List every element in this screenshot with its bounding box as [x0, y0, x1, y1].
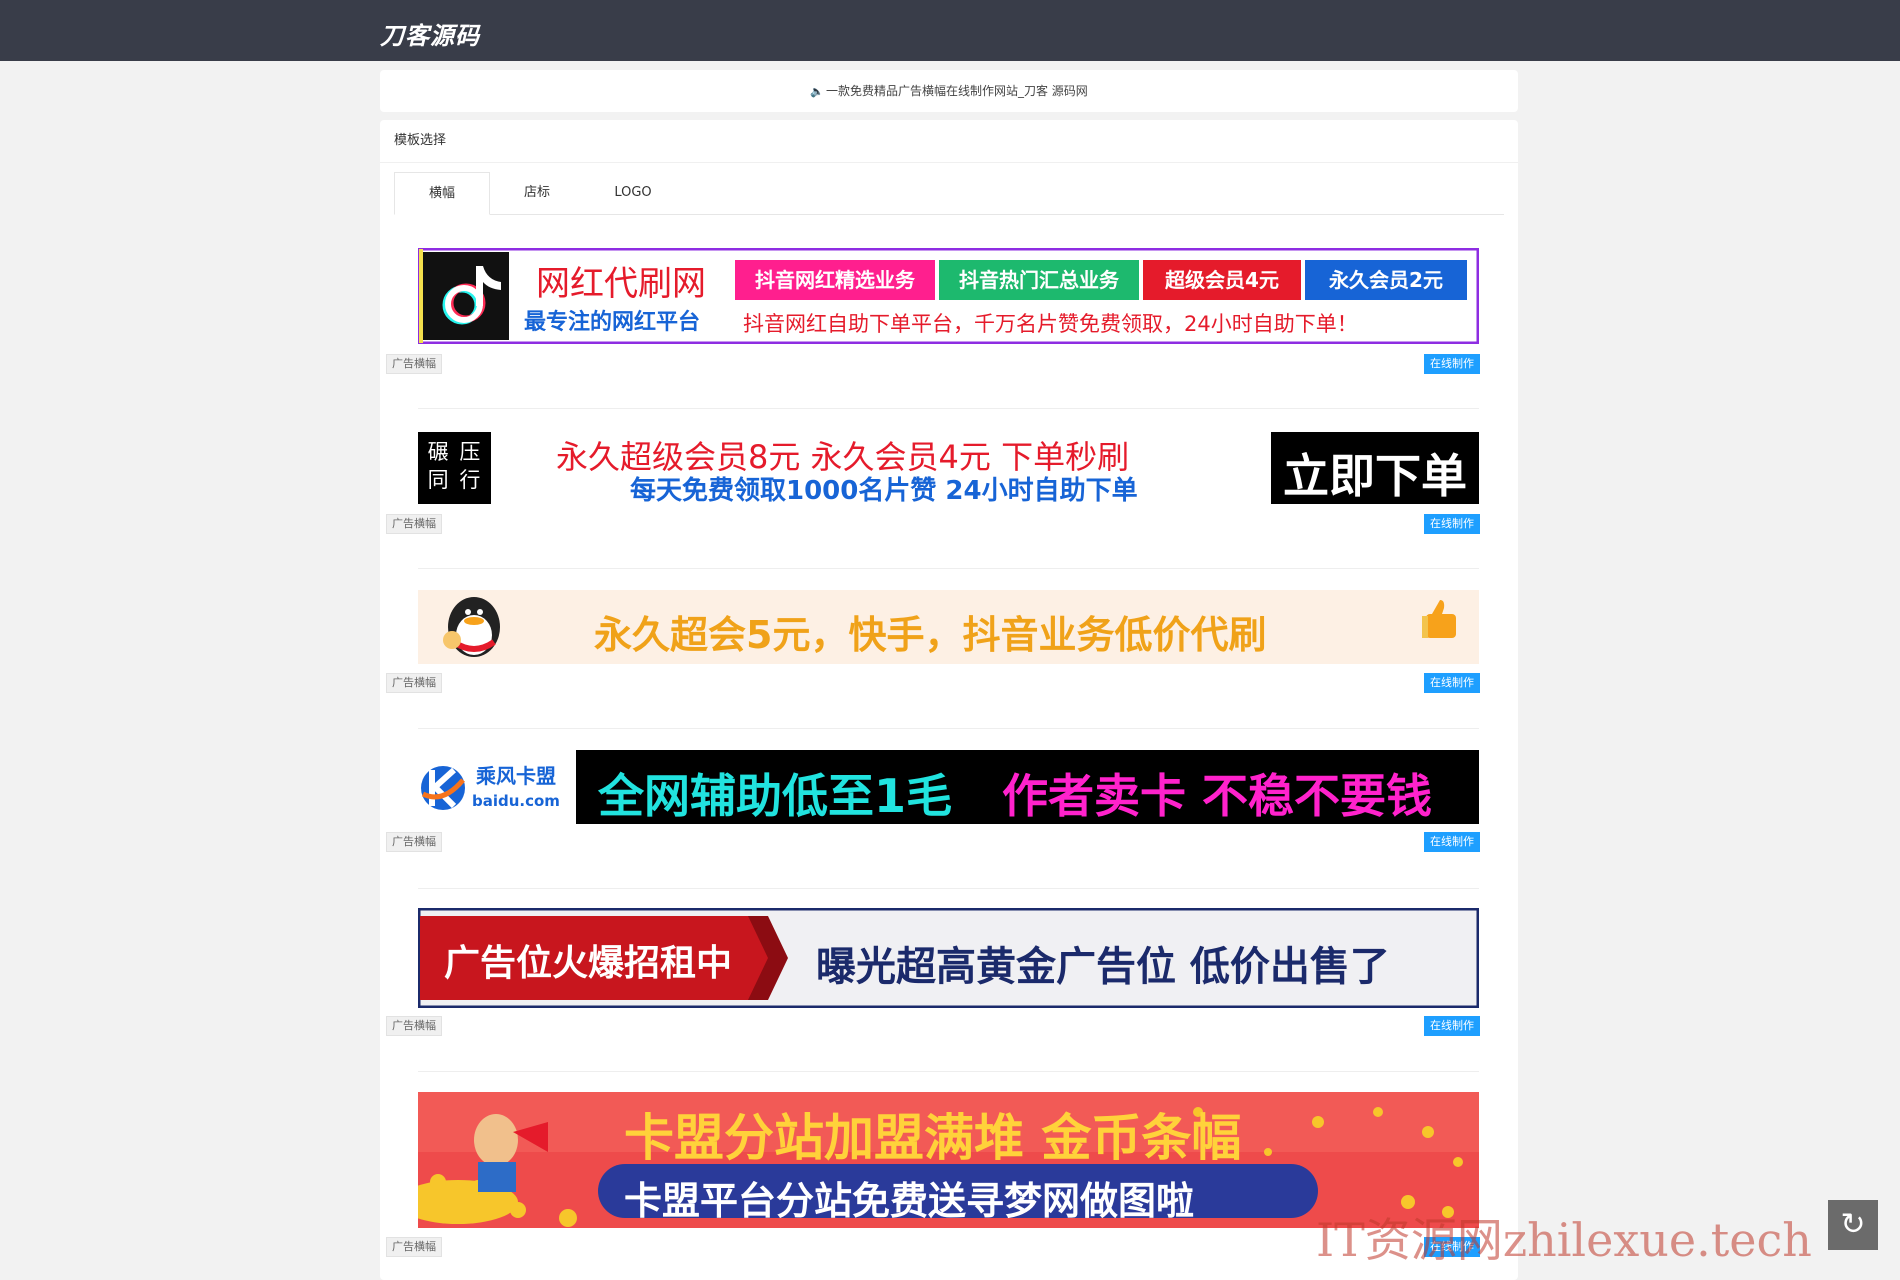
banner6-line2: 卡盟平台分站免费送寻梦网做图啦 [624, 1179, 1195, 1223]
category-tag: 广告横幅 [386, 1016, 442, 1036]
template-item: 广告位火爆招租中 曝光超高黄金广告位 低价出售了 [418, 908, 1479, 1008]
category-tag: 广告横幅 [386, 354, 442, 374]
divider [418, 728, 1479, 729]
banner1-chip: 超级会员4元 [1143, 260, 1301, 300]
make-online-button[interactable]: 在线制作 [1424, 673, 1480, 693]
template-item: 永久超会5元，快手，抖音业务低价代刷 [418, 590, 1479, 664]
panel-title: 模板选择 [380, 120, 1518, 163]
make-online-button[interactable]: 在线制作 [1424, 354, 1480, 374]
make-online-button[interactable]: 在线制作 [1424, 1016, 1480, 1036]
banner1-slogan: 抖音网红自助下单平台，千万名片赞免费领取，24小时自助下单！ [743, 312, 1358, 336]
tab-shop-logo[interactable]: 店标 [490, 172, 584, 213]
banner3-text: 永久超会5元，快手，抖音业务低价代刷 [594, 613, 1267, 657]
category-tag: 广告横幅 [386, 832, 442, 852]
banner5-right: 曝光超高黄金广告位 低价出售了 [816, 944, 1390, 990]
banner6-line1: 卡盟分站加盟满堆 金币条幅 [624, 1109, 1242, 1167]
banner1-chip: 永久会员2元 [1305, 260, 1467, 300]
make-online-button[interactable]: 在线制作 [1424, 514, 1480, 534]
banner4-part2: 作者卖卡 不稳不要钱 [1002, 769, 1433, 823]
notice-text: 一款免费精品广告横幅在线制作网站_刀客 源码网 [825, 84, 1088, 98]
banner1-subtitle: 最专注的网红平台 [524, 310, 701, 335]
template-item: 碾 压 同 行 永久超级会员8元 永久会员4元 下单秒刷 每天免费领取1000名… [418, 430, 1479, 506]
divider [418, 1071, 1479, 1072]
k-logo-icon [421, 766, 465, 810]
top-navbar: 刀客源码 [0, 0, 1900, 61]
category-tag: 广告横幅 [386, 673, 442, 693]
tab-bar: 横幅 店标 LOGO [394, 172, 1504, 215]
banner4-brand: 乘风卡盟 [476, 764, 556, 788]
template-item: 乘风卡盟 baidu.com 全网辅助低至1毛 作者卖卡 不稳不要钱 [418, 750, 1479, 824]
tab-banner[interactable]: 横幅 [394, 172, 490, 215]
template-item: 网红代刷网 最专注的网红平台 抖音网红精选业务 抖音热门汇总业务 超级会员4元 … [418, 248, 1479, 348]
divider [418, 888, 1479, 889]
category-tag: 广告横幅 [386, 514, 442, 534]
category-tag: 广告横幅 [386, 1237, 442, 1257]
banner1-chip: 抖音热门汇总业务 [939, 260, 1139, 300]
banner1-title: 网红代刷网 [536, 264, 706, 304]
watermark: IT资源网zhilexue.tech [1316, 1213, 1812, 1267]
banner2-order-button: 立即下单 [1283, 449, 1467, 503]
banner5-left: 广告位火爆招租中 [444, 943, 733, 984]
banner1-chip: 抖音网红精选业务 [735, 260, 935, 300]
template-panel: 模板选择 横幅 店标 LOGO 网红代刷网 最专注的网红平台 抖音网红精选业务 … [380, 120, 1518, 1280]
tab-logo[interactable]: LOGO [586, 172, 680, 213]
site-logo[interactable]: 刀客源码 [380, 16, 480, 51]
banner2-logo-text: 碾 压 同 行 [427, 440, 483, 492]
divider [418, 568, 1479, 569]
banner4-domain: baidu.com [472, 792, 560, 810]
banner2-line2: 每天免费领取1000名片赞 24小时自助下单 [630, 476, 1138, 506]
notice-bar: 🔈 一款免费精品广告横幅在线制作网站_刀客 源码网 [380, 70, 1518, 112]
back-to-top-button[interactable]: ↻ [1828, 1200, 1878, 1250]
refresh-icon: ↻ [1840, 1207, 1866, 1242]
divider [418, 408, 1479, 409]
make-online-button[interactable]: 在线制作 [1424, 832, 1480, 852]
banner4-part1: 全网辅助低至1毛 [598, 769, 953, 823]
speaker-icon: 🔈 [810, 85, 824, 98]
